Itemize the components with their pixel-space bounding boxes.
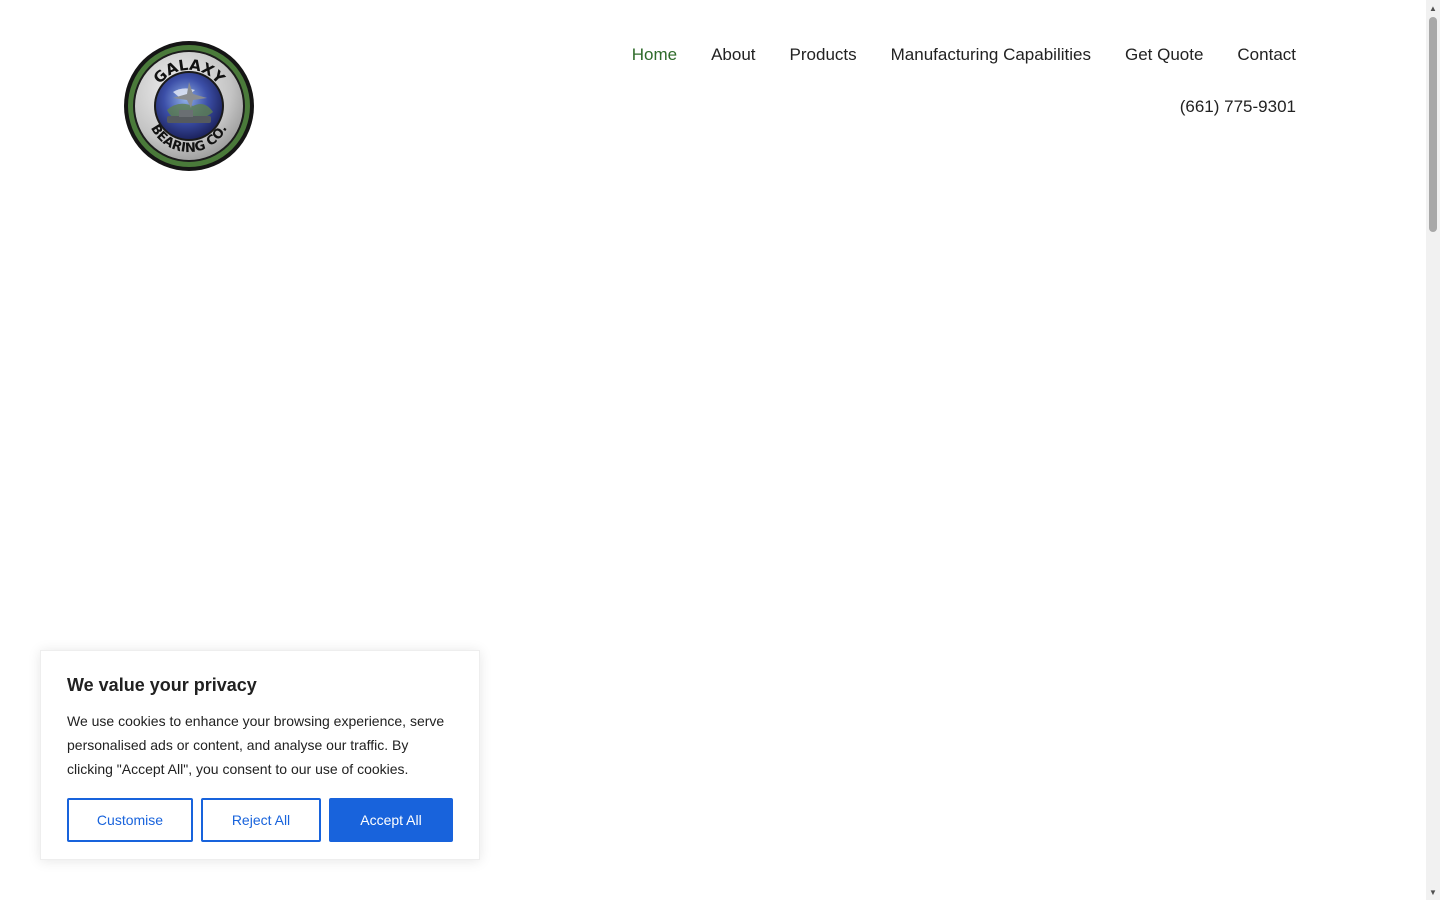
- vertical-scrollbar[interactable]: ▲ ▼: [1426, 0, 1440, 900]
- accept-all-button[interactable]: Accept All: [329, 798, 453, 842]
- site-logo[interactable]: GALAXY BEARING CO.: [123, 40, 255, 172]
- scroll-down-arrow-icon[interactable]: ▼: [1426, 884, 1440, 900]
- nav-item-home[interactable]: Home: [632, 44, 677, 66]
- cookie-consent-banner: We value your privacy We use cookies to …: [40, 650, 480, 860]
- cookie-button-group: Customise Reject All Accept All: [67, 798, 453, 842]
- scroll-up-arrow-icon[interactable]: ▲: [1426, 0, 1440, 16]
- cookie-banner-text: We use cookies to enhance your browsing …: [67, 713, 445, 777]
- nav-item-get-quote[interactable]: Get Quote: [1125, 44, 1203, 66]
- phone-link[interactable]: (661) 775-9301: [1180, 96, 1296, 118]
- nav-item-about[interactable]: About: [711, 44, 755, 66]
- galaxy-bearing-logo-icon: GALAXY BEARING CO.: [124, 41, 254, 171]
- customise-button[interactable]: Customise: [67, 798, 193, 842]
- main-navigation: Home About Products Manufacturing Capabi…: [632, 44, 1296, 66]
- nav-item-products[interactable]: Products: [790, 44, 857, 66]
- reject-all-button[interactable]: Reject All: [201, 798, 321, 842]
- page: GALAXY BEARING CO. Home About Products M…: [0, 0, 1440, 900]
- cookie-banner-title: We value your privacy: [67, 675, 257, 695]
- nav-item-contact[interactable]: Contact: [1237, 44, 1296, 66]
- nav-item-manufacturing-capabilities[interactable]: Manufacturing Capabilities: [891, 44, 1091, 66]
- scrollbar-thumb[interactable]: [1429, 17, 1437, 232]
